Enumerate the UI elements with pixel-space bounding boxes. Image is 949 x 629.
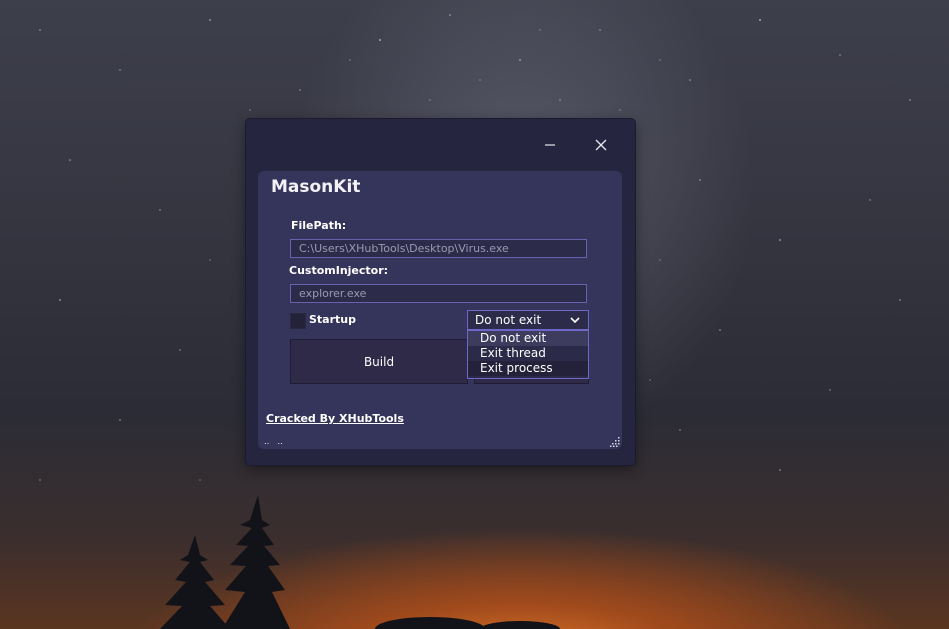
dropdown-option-exit-thread[interactable]: Exit thread bbox=[468, 346, 588, 361]
build-button[interactable]: Build bbox=[290, 339, 468, 384]
filepath-input[interactable]: C:\Users\XHubTools\Desktop\Virus.exe bbox=[290, 239, 587, 258]
startup-checkbox[interactable] bbox=[290, 313, 306, 329]
minimize-icon bbox=[545, 144, 555, 146]
exit-mode-select[interactable]: Do not exit bbox=[467, 310, 589, 330]
exit-mode-dropdown: Do not exit Exit thread Exit process bbox=[467, 330, 589, 379]
app-title: MasonKit bbox=[271, 177, 361, 197]
main-panel: MasonKit FilePath: C:\Users\XHubTools\De… bbox=[258, 171, 622, 449]
exit-mode-selected: Do not exit bbox=[475, 313, 542, 327]
status-dots: ‥ ‥ bbox=[264, 437, 284, 446]
startup-label: Startup bbox=[309, 313, 356, 326]
chevron-down-icon bbox=[570, 317, 580, 324]
dropdown-option-exit-process[interactable]: Exit process bbox=[468, 361, 588, 376]
resize-grip-icon[interactable] bbox=[610, 437, 620, 447]
credit-link[interactable]: Cracked By XHubTools bbox=[266, 412, 404, 425]
masonkit-window: MasonKit FilePath: C:\Users\XHubTools\De… bbox=[246, 119, 635, 465]
minimize-button[interactable] bbox=[536, 131, 564, 159]
dropdown-option-do-not-exit[interactable]: Do not exit bbox=[468, 331, 588, 346]
close-button[interactable] bbox=[587, 131, 615, 159]
custom-injector-input[interactable]: explorer.exe bbox=[290, 284, 587, 303]
close-icon bbox=[595, 139, 607, 151]
custom-injector-label: CustomInjector: bbox=[289, 264, 389, 277]
filepath-label: FilePath: bbox=[291, 219, 347, 232]
